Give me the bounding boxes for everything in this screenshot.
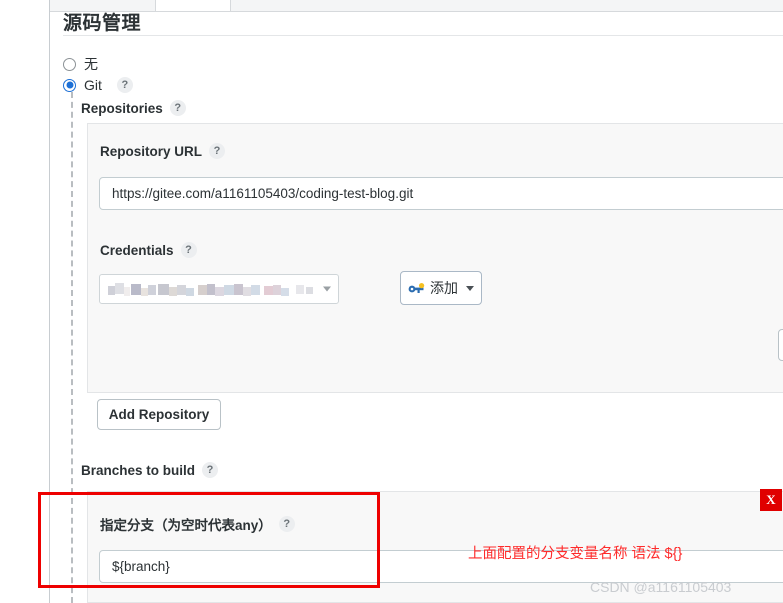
- jenkins-job-config-page: 源码管理 构建触发器 构建环境 构建 构建后操作 源码管理 无 Git ? Re…: [0, 0, 783, 603]
- branches-to-build-label: Branches to build: [81, 462, 196, 478]
- tab-spacer: [50, 0, 74, 11]
- csdn-watermark: CSDN @a1161105403: [590, 579, 732, 595]
- credentials-dropdown-caret[interactable]: [323, 286, 331, 292]
- tab-build-environment[interactable]: 构建环境: [342, 0, 416, 11]
- repositories-label: Repositories: [81, 100, 163, 116]
- repository-block: Repository URL ? Credentials ?: [87, 123, 783, 393]
- help-icon-branches[interactable]: ?: [202, 462, 219, 478]
- credentials-label: Credentials: [100, 242, 174, 258]
- help-icon-repository-url[interactable]: ?: [209, 143, 226, 159]
- branches-to-build-label-group: Branches to build ?: [81, 462, 219, 478]
- credentials-select[interactable]: [99, 274, 339, 304]
- add-credentials-label: 添加: [430, 280, 458, 296]
- radio-git-indicator[interactable]: [63, 78, 76, 92]
- tab-post-build-actions[interactable]: 构建后操作: [482, 0, 569, 11]
- radio-option-none[interactable]: 无: [63, 54, 98, 74]
- advanced-button[interactable]: 高级...: [778, 329, 783, 361]
- help-icon-git[interactable]: ?: [116, 77, 133, 93]
- tab-build-triggers[interactable]: 构建触发器: [246, 0, 333, 11]
- tab-source-code-management[interactable]: 源码管理: [155, 0, 232, 11]
- credentials-label-group: Credentials ?: [100, 242, 197, 258]
- section-indent-guide: [71, 92, 73, 603]
- radio-option-git[interactable]: Git ?: [63, 77, 133, 93]
- add-credentials-button[interactable]: 添加: [400, 271, 482, 305]
- repositories-label-group: Repositories ?: [81, 100, 186, 116]
- close-annotation-badge[interactable]: X: [760, 489, 782, 511]
- key-icon: [408, 282, 425, 295]
- help-icon-repositories[interactable]: ?: [169, 100, 186, 116]
- radio-git-label: Git: [84, 77, 102, 93]
- repository-url-label: Repository URL: [100, 143, 203, 159]
- add-repository-label: Add Repository: [108, 407, 210, 422]
- config-tab-bar: 源码管理 构建触发器 构建环境 构建 构建后操作: [50, 0, 783, 12]
- repository-url-label-group: Repository URL ?: [100, 143, 226, 159]
- page-title: 源码管理: [63, 13, 142, 34]
- page-left-gutter: [0, 0, 50, 603]
- help-icon-credentials[interactable]: ?: [180, 242, 197, 258]
- radio-none-label: 无: [84, 56, 98, 72]
- branch-specifier-label: 指定分支（为空时代表any）: [100, 518, 272, 533]
- branch-specifier-label-group: 指定分支（为空时代表any） ?: [100, 514, 295, 534]
- help-icon-branch-specifier[interactable]: ?: [278, 516, 295, 532]
- scm-config-panel: 源码管理 无 Git ? Repositories ? Repository U…: [51, 12, 783, 603]
- credentials-redacted-value: [106, 281, 316, 297]
- tab-build[interactable]: 构建: [424, 0, 473, 11]
- title-divider: [63, 35, 783, 36]
- chevron-down-icon[interactable]: [466, 285, 474, 291]
- repository-url-input[interactable]: [99, 177, 783, 210]
- annotation-note-text: 上面配置的分支变量名称 语法 ${}: [468, 546, 683, 562]
- radio-none-indicator[interactable]: [63, 57, 76, 71]
- add-repository-button[interactable]: Add Repository: [97, 399, 221, 430]
